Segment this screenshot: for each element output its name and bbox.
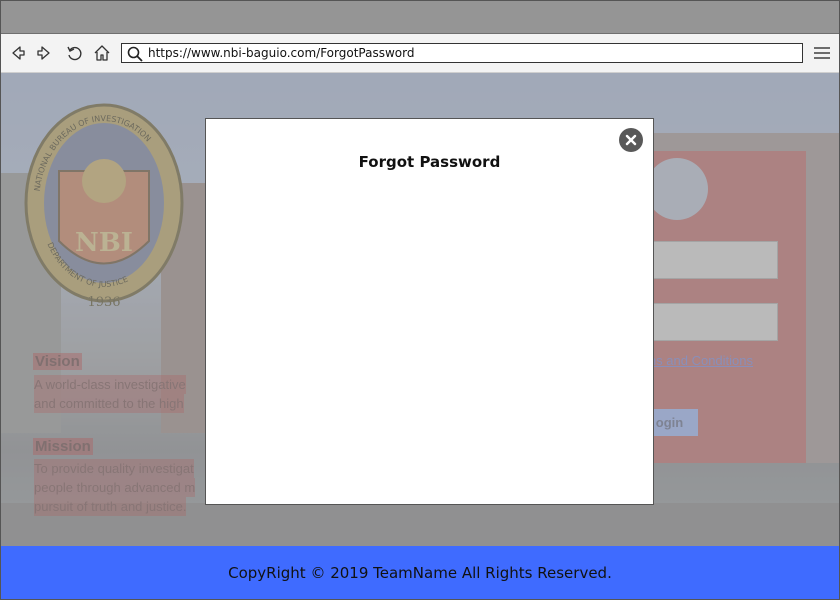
modal-title: Forgot Password [358,153,501,171]
address-bar[interactable]: https://www.nbi-baguio.com/ForgotPasswor… [121,43,803,63]
forward-icon[interactable] [33,42,55,64]
home-icon[interactable] [91,42,113,64]
search-icon [127,46,143,62]
back-icon[interactable] [7,42,29,64]
url-text[interactable]: https://www.nbi-baguio.com/ForgotPasswor… [148,45,414,62]
close-icon[interactable] [619,128,643,152]
hamburger-menu-icon[interactable] [813,44,831,62]
reload-icon[interactable] [63,42,85,64]
title-bar [1,1,839,34]
browser-toolbar: https://www.nbi-baguio.com/ForgotPasswor… [1,34,839,73]
footer: CopyRight © 2019 TeamName All Rights Res… [1,546,839,599]
browser-window: https://www.nbi-baguio.com/ForgotPasswor… [0,0,840,600]
forgot-password-modal: Forgot Password [205,118,654,505]
footer-copyright: CopyRight © 2019 TeamName All Rights Res… [228,563,612,582]
